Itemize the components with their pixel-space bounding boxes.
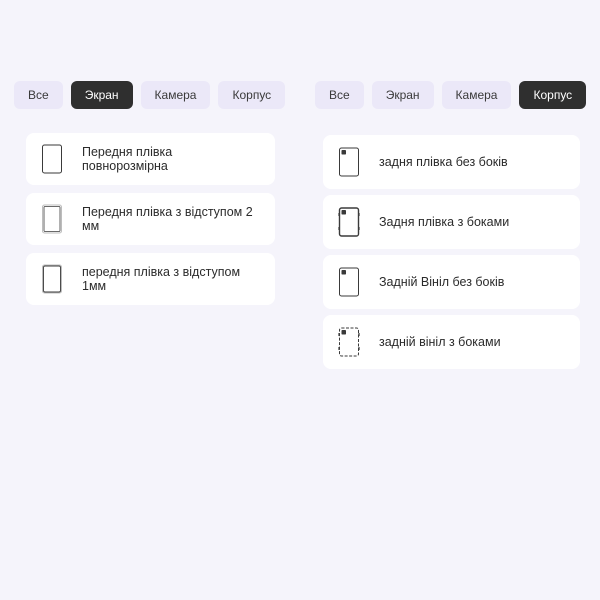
list-item-label: задня плівка без боків — [379, 155, 508, 169]
phone-front-full-icon — [40, 143, 64, 175]
right-filter-tabs: Все Экран Камера Корпус — [315, 81, 587, 109]
tab-camera[interactable]: Камера — [140, 81, 211, 109]
right-panel: Все Экран Камера Корпус задня плівка без… — [315, 81, 587, 369]
phone-back-icon — [337, 146, 361, 178]
list-item-back-no-sides[interactable]: задня плівка без боків — [323, 135, 580, 189]
phone-front-offset-icon — [40, 203, 64, 235]
left-panel: Все Экран Камера Корпус Передня плівка п… — [14, 81, 286, 305]
left-item-list: Передня плівка повнорозмірна Передня плі… — [26, 133, 276, 305]
phone-front-offset-icon — [40, 263, 64, 295]
list-item-vinyl-no-sides[interactable]: Задній Вініл без боків — [323, 255, 580, 309]
list-item-front-offset-1mm[interactable]: передня плівка з відступом 1мм — [26, 253, 275, 305]
tab-screen[interactable]: Экран — [70, 81, 133, 109]
list-item-front-offset-2mm[interactable]: Передня плівка з відступом 2 мм — [26, 193, 275, 245]
phone-back-sides-icon — [337, 206, 361, 238]
list-item-front-full[interactable]: Передня плівка повнорозмірна — [26, 133, 275, 185]
tab-body[interactable]: Корпус — [519, 81, 587, 109]
list-item-label: передня плівка з відступом 1мм — [82, 265, 241, 293]
list-item-back-with-sides[interactable]: Задня плівка з боками — [323, 195, 580, 249]
tab-all[interactable]: Все — [14, 81, 63, 109]
tab-screen[interactable]: Экран — [371, 81, 434, 109]
list-item-label: Задній Вініл без боків — [379, 275, 505, 289]
list-item-vinyl-with-sides[interactable]: задній вініл з боками — [323, 315, 580, 369]
list-item-label: Передня плівка з відступом 2 мм — [82, 205, 253, 233]
tab-body[interactable]: Корпус — [218, 81, 286, 109]
list-item-label: Передня плівка повнорозмірна — [82, 145, 173, 173]
left-filter-tabs: Все Экран Камера Корпус — [14, 81, 286, 109]
list-item-label: задній вініл з боками — [379, 335, 501, 349]
list-item-label: Задня плівка з боками — [379, 215, 510, 229]
tab-all[interactable]: Все — [315, 81, 364, 109]
tab-camera[interactable]: Камера — [441, 81, 512, 109]
phone-back-sides-icon — [337, 326, 361, 358]
right-item-list: задня плівка без боків Задня плівка з бо… — [323, 135, 580, 369]
phone-back-icon — [337, 266, 361, 298]
